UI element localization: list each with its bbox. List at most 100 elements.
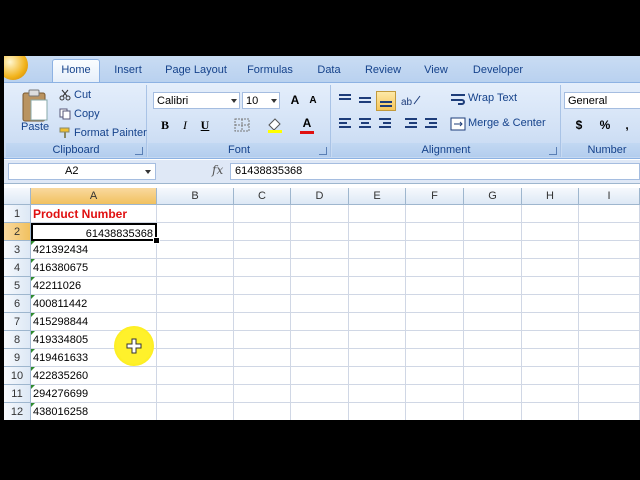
cell-d11[interactable] — [291, 385, 349, 403]
cell-e2[interactable] — [349, 223, 406, 241]
cell-e7[interactable] — [349, 313, 406, 331]
cell-e1[interactable] — [349, 205, 406, 223]
column-header-e[interactable]: E — [349, 188, 406, 205]
cell-h4[interactable] — [522, 259, 579, 277]
borders-icon[interactable] — [234, 118, 250, 132]
office-button[interactable] — [4, 56, 28, 80]
header-cell[interactable]: Product Number — [31, 205, 157, 223]
cell-b4[interactable] — [157, 259, 234, 277]
cell-h8[interactable] — [522, 331, 579, 349]
cell-g3[interactable] — [464, 241, 522, 259]
cell-h2[interactable] — [522, 223, 579, 241]
cell-b8[interactable] — [157, 331, 234, 349]
cell-g7[interactable] — [464, 313, 522, 331]
font-name-select[interactable]: Calibri — [153, 92, 240, 109]
tab-review[interactable]: Review — [362, 60, 404, 80]
cell-c6[interactable] — [234, 295, 291, 313]
cell-i1[interactable] — [579, 205, 640, 223]
cell-h6[interactable] — [522, 295, 579, 313]
cell-b11[interactable] — [157, 385, 234, 403]
cell-f8[interactable] — [406, 331, 464, 349]
cell-c7[interactable] — [234, 313, 291, 331]
cell-d2[interactable] — [291, 223, 349, 241]
cell-h7[interactable] — [522, 313, 579, 331]
tab-home[interactable]: Home — [52, 59, 100, 82]
cell-h1[interactable] — [522, 205, 579, 223]
cell-f10[interactable] — [406, 367, 464, 385]
cell-h12[interactable] — [522, 403, 579, 420]
cell-c9[interactable] — [234, 349, 291, 367]
align-middle-icon[interactable] — [356, 91, 374, 109]
row-header-9[interactable]: 9 — [4, 349, 31, 367]
row-header-11[interactable]: 11 — [4, 385, 31, 403]
cell-e8[interactable] — [349, 331, 406, 349]
cell-i10[interactable] — [579, 367, 640, 385]
cell-e6[interactable] — [349, 295, 406, 313]
underline-button[interactable]: U — [196, 116, 214, 134]
cell-a11[interactable]: 294276699 — [31, 385, 157, 403]
align-left-icon[interactable] — [336, 115, 354, 133]
copy-button[interactable]: Copy — [74, 108, 100, 120]
cell-g10[interactable] — [464, 367, 522, 385]
merge-center-button[interactable]: Merge & Center — [468, 117, 546, 129]
formula-input[interactable]: 61438835368 — [230, 163, 640, 180]
column-header-b[interactable]: B — [157, 188, 234, 205]
cell-b2[interactable] — [157, 223, 234, 241]
cell-h3[interactable] — [522, 241, 579, 259]
percent-button[interactable]: % — [596, 116, 614, 134]
cell-e10[interactable] — [349, 367, 406, 385]
cell-i7[interactable] — [579, 313, 640, 331]
align-right-icon[interactable] — [376, 115, 394, 133]
cell-h11[interactable] — [522, 385, 579, 403]
cell-c12[interactable] — [234, 403, 291, 420]
cell-b9[interactable] — [157, 349, 234, 367]
cell-a3[interactable]: 421392434 — [31, 241, 157, 259]
cell-i5[interactable] — [579, 277, 640, 295]
cell-d6[interactable] — [291, 295, 349, 313]
cell-g11[interactable] — [464, 385, 522, 403]
cell-i12[interactable] — [579, 403, 640, 420]
column-header-c[interactable]: C — [234, 188, 291, 205]
cell-g12[interactable] — [464, 403, 522, 420]
cell-e11[interactable] — [349, 385, 406, 403]
row-header-3[interactable]: 3 — [4, 241, 31, 259]
cell-d7[interactable] — [291, 313, 349, 331]
cell-f7[interactable] — [406, 313, 464, 331]
cell-i2[interactable] — [579, 223, 640, 241]
tab-view[interactable]: View — [420, 60, 452, 80]
tab-page-layout[interactable]: Page Layout — [162, 60, 230, 80]
cell-g9[interactable] — [464, 349, 522, 367]
cell-b10[interactable] — [157, 367, 234, 385]
font-size-select[interactable]: 10 — [242, 92, 280, 109]
orientation-icon[interactable]: ab — [400, 92, 424, 108]
cell-a10[interactable]: 422835260 — [31, 367, 157, 385]
column-header-d[interactable]: D — [291, 188, 349, 205]
font-launcher-icon[interactable] — [319, 147, 327, 155]
cell-b6[interactable] — [157, 295, 234, 313]
cell-g1[interactable] — [464, 205, 522, 223]
tab-developer[interactable]: Developer — [470, 60, 526, 80]
cell-b5[interactable] — [157, 277, 234, 295]
cell-b1[interactable] — [157, 205, 234, 223]
cell-d9[interactable] — [291, 349, 349, 367]
cell-a6[interactable]: 400811442 — [31, 295, 157, 313]
cell-b12[interactable] — [157, 403, 234, 420]
grow-font-icon[interactable]: A — [286, 91, 304, 109]
select-all-corner[interactable] — [4, 188, 31, 205]
column-header-h[interactable]: H — [522, 188, 579, 205]
name-box[interactable]: A2 — [8, 163, 156, 180]
cell-c11[interactable] — [234, 385, 291, 403]
cell-i11[interactable] — [579, 385, 640, 403]
wrap-text-button[interactable]: Wrap Text — [468, 92, 517, 104]
column-header-f[interactable]: F — [406, 188, 464, 205]
cell-c1[interactable] — [234, 205, 291, 223]
row-header-10[interactable]: 10 — [4, 367, 31, 385]
column-header-i[interactable]: I — [579, 188, 640, 205]
cell-h10[interactable] — [522, 367, 579, 385]
cell-f11[interactable] — [406, 385, 464, 403]
active-cell[interactable]: 61438835368 — [31, 223, 157, 241]
insert-function-icon[interactable]: fx — [212, 163, 223, 177]
align-bottom-icon[interactable] — [376, 91, 396, 111]
increase-indent-icon[interactable] — [422, 115, 440, 133]
currency-button[interactable]: $ — [570, 116, 588, 134]
